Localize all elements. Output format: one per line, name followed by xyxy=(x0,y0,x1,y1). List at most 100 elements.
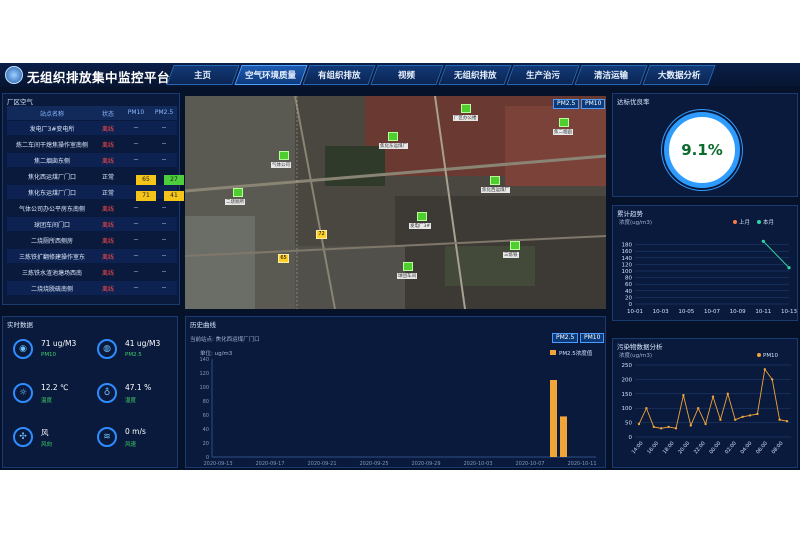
map-marker[interactable] xyxy=(490,176,500,185)
station-name: 发电厂3#变电所 xyxy=(29,126,75,133)
realtime-label: 风向 xyxy=(41,442,53,448)
station-pm10: -- xyxy=(133,236,139,243)
y-tick-label: 0 xyxy=(629,435,633,441)
history-unit: 单位: ug/m3 xyxy=(200,349,233,357)
nav-clean-transport[interactable]: 清洁运输 xyxy=(574,65,648,85)
history-pm25-button[interactable]: PM2.5 xyxy=(552,333,579,343)
station-name: 焦二烟囱东侧 xyxy=(33,158,70,165)
map-background xyxy=(185,96,606,309)
nav-big-data[interactable]: 大数据分析 xyxy=(642,65,716,85)
realtime-item: ✣ 风风向 xyxy=(9,425,89,461)
station-pm10: -- xyxy=(133,252,139,259)
nav-label: 无组织排放 xyxy=(453,71,497,81)
legend-swatch xyxy=(733,220,737,224)
realtime-label: 风速 xyxy=(125,442,137,448)
nav-air-quality[interactable]: 空气环境质量 xyxy=(234,65,308,85)
table-row[interactable]: 气体公司办公平房东南侧 离线 -- -- xyxy=(7,201,177,215)
x-tick-label: 10-01 xyxy=(627,309,643,315)
map-marker-label: 焦化东运煤厂 xyxy=(379,143,408,149)
y-tick-label: 50 xyxy=(625,421,632,427)
map-marker[interactable] xyxy=(417,212,427,221)
data-point xyxy=(660,427,663,430)
map-marker[interactable] xyxy=(559,118,569,127)
y-tick-label: 100 xyxy=(622,269,633,275)
station-pm25: -- xyxy=(161,220,167,227)
pollution-unit: 浓度(ug/m3) xyxy=(619,351,652,359)
table-row[interactable]: 炼二车间干熄焦操作室南侧 离线 -- -- xyxy=(7,137,177,151)
map-marker-warning[interactable]: 65 xyxy=(278,254,289,263)
station-name: 二烧厕所西侧房 xyxy=(30,238,73,245)
logo-icon xyxy=(5,66,23,84)
nav-organized-emission[interactable]: 有组织排放 xyxy=(302,65,376,85)
table-row[interactable]: 二烧烧脱硫南侧 离线 -- -- xyxy=(7,281,177,295)
y-tick-label: 140 xyxy=(199,357,209,363)
y-tick-label: 250 xyxy=(622,363,633,369)
realtime-label: PM2.5 xyxy=(125,352,142,358)
table-row[interactable]: 焦化东运煤厂门口 正常 71 41 xyxy=(7,185,184,201)
table-row[interactable]: 发电厂3#变电所 离线 -- -- xyxy=(7,121,177,135)
x-tick-label: 10-13 xyxy=(781,309,797,315)
map-marker-label: 焦二烟囱 xyxy=(553,129,573,135)
y-tick-label: 40 xyxy=(625,289,632,295)
map-marker[interactable] xyxy=(461,104,471,113)
history-pm10-button[interactable]: PM10 xyxy=(580,333,605,343)
map-marker[interactable] xyxy=(388,132,398,141)
compliance-title: 达标优良率 xyxy=(617,98,650,106)
station-status: 离线 xyxy=(101,206,114,213)
realtime-item: ☼ 12.2 ℃ 温度 xyxy=(9,381,89,417)
map-marker[interactable] xyxy=(279,151,289,160)
x-tick-label: 00:00 xyxy=(708,440,722,455)
history-bar xyxy=(560,416,567,457)
x-tick-label: 2020-10-07 xyxy=(515,461,544,465)
realtime-label: PM10 xyxy=(41,352,57,358)
map-pm25-button[interactable]: PM2.5 xyxy=(553,99,580,109)
y-tick-label: 150 xyxy=(622,392,633,398)
legend-swatch xyxy=(550,350,556,355)
realtime-title: 实时数据 xyxy=(7,321,33,329)
data-point xyxy=(652,425,655,429)
map-pm10-button[interactable]: PM10 xyxy=(581,99,606,109)
map-marker[interactable] xyxy=(233,188,243,197)
legend-swatch xyxy=(757,220,761,224)
legend-label: PM2.5浓度值 xyxy=(559,349,593,357)
station-name: 炼二车间干熄焦操作室南侧 xyxy=(15,142,88,149)
x-tick-label: 2020-09-29 xyxy=(411,461,440,465)
col-pm10: PM10 xyxy=(127,109,145,116)
nav-production[interactable]: 生产治污 xyxy=(506,65,580,85)
nav-video[interactable]: 视频 xyxy=(370,65,444,85)
x-tick-label: 2020-09-17 xyxy=(255,461,284,465)
history-title: 历史曲线 xyxy=(190,321,216,329)
table-row[interactable]: 焦二烟囱东侧 离线 -- -- xyxy=(7,153,177,167)
map-marker[interactable] xyxy=(403,262,413,271)
station-name: 二烧烧脱硫南侧 xyxy=(30,286,73,293)
x-tick-label: 22:00 xyxy=(693,440,707,455)
realtime-item: ◍ 41 ug/M3 PM2.5 xyxy=(93,337,173,373)
map-marker-warning[interactable]: 72 xyxy=(316,230,327,239)
pollution-panel: 污染物数据分析 浓度(ug/m3) PM10 0 50 100 150 200 250 14:0… xyxy=(612,338,798,468)
station-status: 离线 xyxy=(101,238,114,245)
station-pm25: -- xyxy=(161,236,167,243)
data-point xyxy=(674,427,678,430)
table-row[interactable]: 三炼铁扩翻修建操作室东 离线 -- -- xyxy=(7,249,177,263)
data-point xyxy=(763,368,766,371)
main-nav: 主页 空气环境质量 有组织排放 视频 无组织排放 生产治污 清洁运输 大数据分析 xyxy=(166,65,716,85)
x-tick-label: 14:00 xyxy=(631,440,645,455)
x-tick-label: 20:00 xyxy=(677,440,691,455)
station-pm25: -- xyxy=(161,268,167,275)
site-map[interactable]: PM2.5 PM10 厂区办公楼 焦化东运煤厂 焦二烟囱 气体公司 焦化西运煤厂… xyxy=(185,96,606,309)
station-name: 三炼铁水渣池塘场西南 xyxy=(21,270,82,277)
data-point xyxy=(741,415,744,419)
nav-unorganized-emission[interactable]: 无组织排放 xyxy=(438,65,512,85)
table-row[interactable]: 球团车间门口 离线 -- -- xyxy=(7,217,177,231)
nav-label: 清洁运输 xyxy=(593,71,628,81)
station-panel: 厂区空气 站点名称 状态 PM10 PM2.5 发电厂3#变电所 离线 -- -- 炼二… xyxy=(2,93,184,305)
map-marker[interactable] xyxy=(510,241,520,250)
table-row[interactable]: 三炼铁水渣池塘场西南 离线 -- -- xyxy=(7,265,177,279)
table-row[interactable]: 焦化西运煤厂门口 正常 65 27 xyxy=(7,169,184,185)
legend-label: PM10 xyxy=(763,353,779,359)
table-row[interactable]: 二烧厕所西侧房 离线 -- -- xyxy=(7,233,177,247)
nav-home[interactable]: 主页 xyxy=(166,65,240,85)
wind-direction-icon: ✣ xyxy=(13,427,33,447)
pm25-badge: 41 xyxy=(164,191,184,201)
station-name: 焦化西运煤厂门口 xyxy=(27,174,76,181)
